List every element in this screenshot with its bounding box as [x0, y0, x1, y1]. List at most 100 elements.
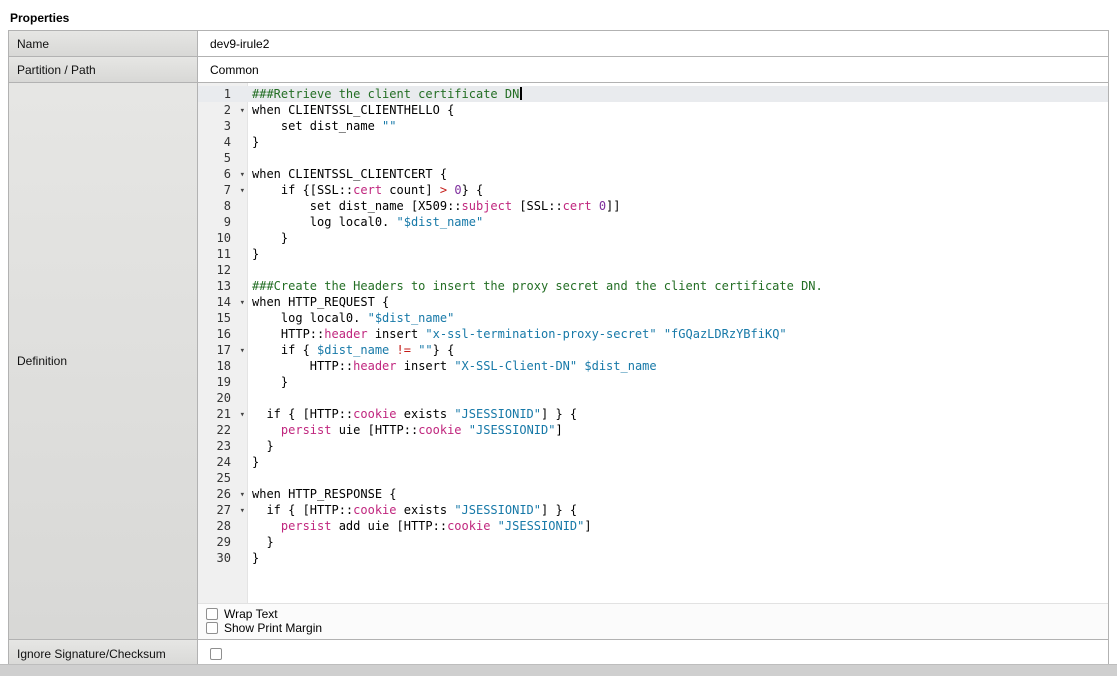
code-text: HTTP::header insert "X-SSL-Client-DN" $d…: [248, 358, 657, 374]
code-text: }: [248, 454, 259, 470]
line-number: 6▾: [198, 166, 248, 182]
line-number: 29: [198, 534, 248, 550]
line-number: 30: [198, 550, 248, 566]
line-number: 15: [198, 310, 248, 326]
fold-arrow-icon[interactable]: ▾: [240, 343, 245, 359]
line-number: 17▾: [198, 342, 248, 358]
partition-value: Common: [198, 57, 1108, 82]
wrap-text-label: Wrap Text: [224, 607, 278, 621]
code-line[interactable]: 30}: [198, 550, 1108, 566]
line-number: 19: [198, 374, 248, 390]
code-line[interactable]: 29 }: [198, 534, 1108, 550]
code-line[interactable]: 19 }: [198, 374, 1108, 390]
wrap-text-checkbox[interactable]: [206, 608, 218, 620]
code-line[interactable]: 24}: [198, 454, 1108, 470]
code-line[interactable]: 13###Create the Headers to insert the pr…: [198, 278, 1108, 294]
code-line[interactable]: 17▾ if { $dist_name != ""} {: [198, 342, 1108, 358]
line-number: 13: [198, 278, 248, 294]
line-number: 20: [198, 390, 248, 406]
footer-bar: [0, 664, 1117, 676]
code-line[interactable]: 23 }: [198, 438, 1108, 454]
line-number: 4: [198, 134, 248, 150]
page: Properties Name dev9-irule2 Partition / …: [0, 0, 1117, 669]
code-text: set dist_name "": [248, 118, 397, 134]
code-line[interactable]: 2▾when CLIENTSSL_CLIENTHELLO {: [198, 102, 1108, 118]
name-label: Name: [9, 31, 198, 56]
code-text: log local0. "$dist_name": [248, 214, 483, 230]
fold-arrow-icon[interactable]: ▾: [240, 167, 245, 183]
line-number: 21▾: [198, 406, 248, 422]
row-name: Name dev9-irule2: [9, 31, 1108, 57]
line-number: 28: [198, 518, 248, 534]
code-line[interactable]: 25: [198, 470, 1108, 486]
code-line[interactable]: 21▾ if { [HTTP::cookie exists "JSESSIONI…: [198, 406, 1108, 422]
fold-arrow-icon[interactable]: ▾: [240, 295, 245, 311]
ignore-signature-checkbox[interactable]: [210, 648, 222, 660]
code-text: if {[SSL::cert count] > 0} {: [248, 182, 483, 198]
wrap-text-option: Wrap Text: [206, 607, 1100, 621]
page-title: Properties: [8, 8, 1109, 30]
code-text: ###Create the Headers to insert the prox…: [248, 278, 823, 294]
fold-arrow-icon[interactable]: ▾: [240, 183, 245, 199]
code-text: log local0. "$dist_name": [248, 310, 454, 326]
code-line[interactable]: 10 }: [198, 230, 1108, 246]
code-text: if { $dist_name != ""} {: [248, 342, 454, 358]
line-number: 9: [198, 214, 248, 230]
fold-arrow-icon[interactable]: ▾: [240, 503, 245, 519]
code-text: }: [248, 550, 259, 566]
line-number: 16: [198, 326, 248, 342]
code-line[interactable]: 11}: [198, 246, 1108, 262]
code-line[interactable]: 9 log local0. "$dist_name": [198, 214, 1108, 230]
line-number: 12: [198, 262, 248, 278]
line-number: 14▾: [198, 294, 248, 310]
code-line[interactable]: 16 HTTP::header insert "x-ssl-terminatio…: [198, 326, 1108, 342]
code-line[interactable]: 5: [198, 150, 1108, 166]
code-line[interactable]: 4}: [198, 134, 1108, 150]
code-line[interactable]: 6▾when CLIENTSSL_CLIENTCERT {: [198, 166, 1108, 182]
code-text: if { [HTTP::cookie exists "JSESSIONID"] …: [248, 406, 577, 422]
code-line[interactable]: 7▾ if {[SSL::cert count] > 0} {: [198, 182, 1108, 198]
code-line[interactable]: 8 set dist_name [X509::subject [SSL::cer…: [198, 198, 1108, 214]
code-text: when HTTP_REQUEST {: [248, 294, 389, 310]
line-number: 25: [198, 470, 248, 486]
line-number: 7▾: [198, 182, 248, 198]
code-line[interactable]: 28 persist add uie [HTTP::cookie "JSESSI…: [198, 518, 1108, 534]
show-print-margin-checkbox[interactable]: [206, 622, 218, 634]
line-number: 5: [198, 150, 248, 166]
fold-arrow-icon[interactable]: ▾: [240, 487, 245, 503]
code-line[interactable]: 12: [198, 262, 1108, 278]
row-partition: Partition / Path Common: [9, 57, 1108, 83]
code-line[interactable]: 14▾when HTTP_REQUEST {: [198, 294, 1108, 310]
code-text: when CLIENTSSL_CLIENTCERT {: [248, 166, 447, 182]
code-text: HTTP::header insert "x-ssl-termination-p…: [248, 326, 787, 342]
row-definition: Definition 1###Retrieve the client certi…: [9, 83, 1108, 640]
code-line[interactable]: 27▾ if { [HTTP::cookie exists "JSESSIONI…: [198, 502, 1108, 518]
code-text: [248, 262, 252, 278]
show-print-margin-label: Show Print Margin: [224, 621, 322, 635]
code-line[interactable]: 15 log local0. "$dist_name": [198, 310, 1108, 326]
line-number: 11: [198, 246, 248, 262]
code-line[interactable]: 20: [198, 390, 1108, 406]
code-line[interactable]: 26▾when HTTP_RESPONSE {: [198, 486, 1108, 502]
code-line[interactable]: 3 set dist_name "": [198, 118, 1108, 134]
code-line[interactable]: 18 HTTP::header insert "X-SSL-Client-DN"…: [198, 358, 1108, 374]
code-text: when HTTP_RESPONSE {: [248, 486, 397, 502]
name-value: dev9-irule2: [198, 31, 1108, 56]
fold-arrow-icon[interactable]: ▾: [240, 407, 245, 423]
code-text: }: [248, 438, 274, 454]
code-text: [248, 470, 252, 486]
code-text: [248, 390, 252, 406]
line-number: 18: [198, 358, 248, 374]
code-text: }: [248, 134, 259, 150]
code-editor[interactable]: 1###Retrieve the client certificate DN2▾…: [198, 83, 1108, 603]
code-text: persist uie [HTTP::cookie "JSESSIONID"]: [248, 422, 563, 438]
line-number: 23: [198, 438, 248, 454]
fold-arrow-icon[interactable]: ▾: [240, 103, 245, 119]
code-line[interactable]: 1###Retrieve the client certificate DN: [198, 86, 1108, 102]
code-text: persist add uie [HTTP::cookie "JSESSIONI…: [248, 518, 592, 534]
text-cursor: [520, 87, 522, 100]
partition-label: Partition / Path: [9, 57, 198, 82]
code-line[interactable]: 22 persist uie [HTTP::cookie "JSESSIONID…: [198, 422, 1108, 438]
line-number: 27▾: [198, 502, 248, 518]
line-number: 8: [198, 198, 248, 214]
